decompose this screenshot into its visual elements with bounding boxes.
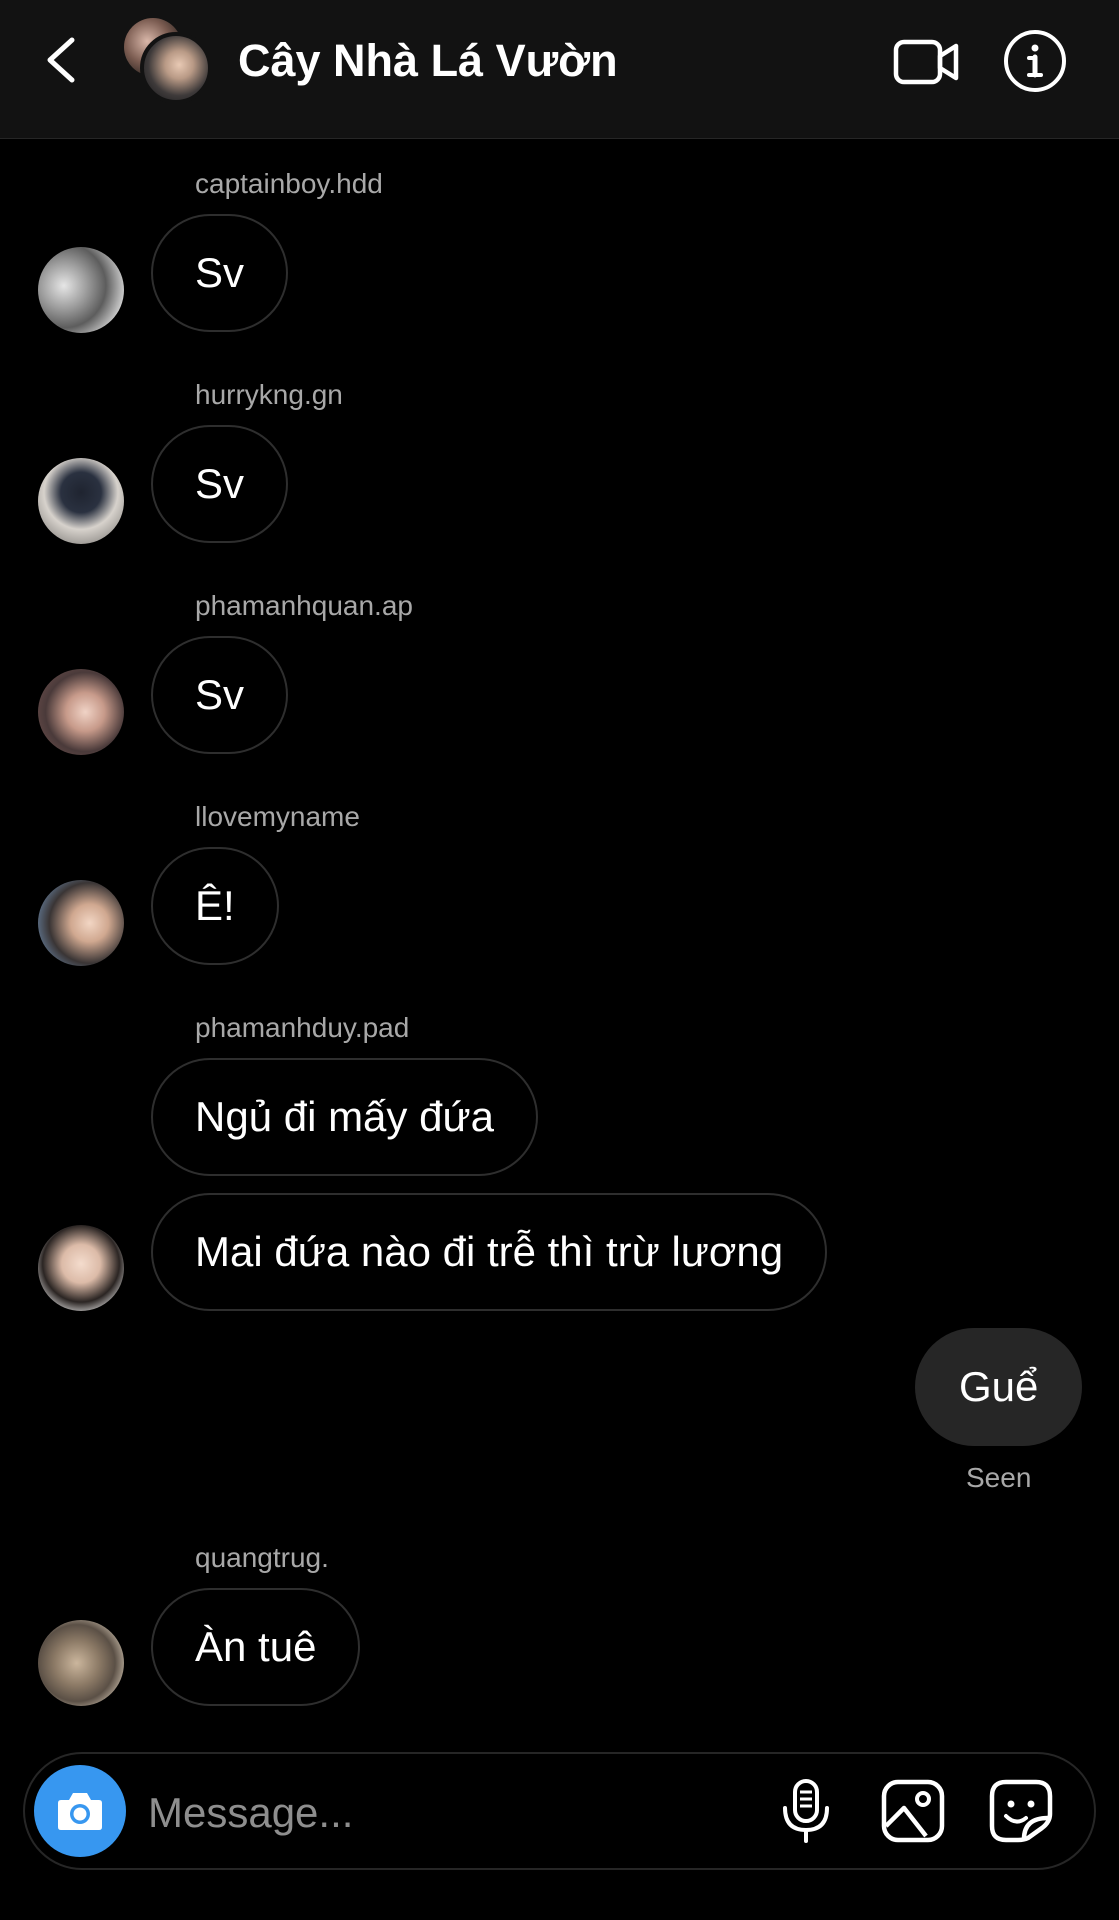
message-username[interactable]: quangtrug. — [195, 1540, 329, 1576]
video-camera-icon — [893, 39, 959, 85]
message-username[interactable]: captainboy.hdd — [195, 166, 383, 202]
message-bubble[interactable]: Mai đứa nào đi trễ thì trừ lương — [151, 1193, 828, 1311]
camera-button[interactable] — [34, 1765, 126, 1857]
message-bubble[interactable]: Sv — [151, 214, 289, 332]
sticker-icon — [989, 1779, 1053, 1843]
avatar[interactable] — [38, 669, 124, 755]
own-message-bubble[interactable]: Guể — [915, 1328, 1083, 1446]
microphone-button[interactable] — [778, 1778, 834, 1844]
gallery-button[interactable] — [880, 1778, 946, 1844]
message-username[interactable]: llovemyname — [195, 799, 360, 835]
message-bubble[interactable]: Sv — [151, 636, 289, 754]
group-avatar[interactable] — [122, 18, 214, 108]
message-input[interactable] — [146, 1772, 750, 1854]
info-icon — [1004, 30, 1066, 92]
microphone-icon — [783, 1779, 829, 1843]
seen-status: Seen — [966, 1462, 1032, 1493]
info-button[interactable] — [1002, 28, 1068, 94]
group-avatar-primary — [140, 32, 212, 104]
chevron-left-icon — [47, 37, 75, 83]
message-username[interactable]: hurrykng.gn — [195, 377, 343, 413]
chat-title[interactable]: Cây Nhà Lá Vườn — [238, 33, 618, 89]
back-button[interactable] — [38, 30, 84, 90]
message-username[interactable]: phamanhduy.pad — [195, 1010, 409, 1046]
avatar[interactable] — [38, 880, 124, 966]
message-bubble[interactable]: Ngủ đi mấy đứa — [151, 1058, 538, 1176]
chat-header: Cây Nhà Lá Vườn — [0, 0, 1119, 139]
image-icon — [881, 1779, 945, 1843]
camera-icon — [58, 1793, 102, 1830]
avatar[interactable] — [38, 1620, 124, 1706]
message-bubble[interactable]: Ê! — [151, 847, 279, 965]
avatar[interactable] — [38, 1225, 124, 1311]
message-bubble[interactable]: Àn tuê — [151, 1588, 361, 1706]
avatar[interactable] — [38, 247, 124, 333]
avatar[interactable] — [38, 458, 124, 544]
sticker-button[interactable] — [988, 1778, 1054, 1844]
message-username[interactable]: phamanhquan.ap — [195, 588, 413, 624]
message-bubble[interactable]: Sv — [151, 425, 289, 543]
video-call-button[interactable] — [892, 32, 962, 92]
